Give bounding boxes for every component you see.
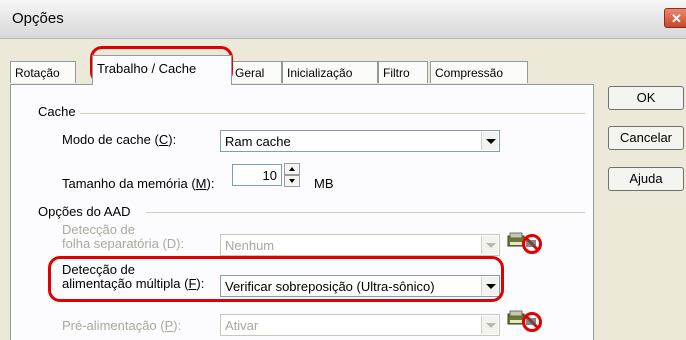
tab-geral[interactable]: Geral	[230, 61, 282, 83]
title-bar[interactable]: Opções ✕	[0, 0, 686, 39]
memory-size-value: 10	[262, 168, 277, 183]
cache-group-divider	[80, 113, 585, 114]
multifeed-detection-select[interactable]: Verificar sobreposição (Ultra-sônico)	[220, 275, 500, 297]
options-dialog: Opções ✕ Rotação Trabalho / Cache Geral …	[0, 0, 686, 340]
close-button[interactable]: ✕	[664, 8, 686, 28]
multifeed-detection-value: Verificar sobreposição (Ultra-sônico)	[225, 279, 435, 294]
prefeed-value: Ativar	[225, 318, 259, 333]
tab-trabalho-cache[interactable]: Trabalho / Cache	[92, 55, 232, 85]
close-icon: ✕	[671, 11, 682, 26]
tab-filtro[interactable]: Filtro	[378, 61, 428, 83]
aad-group-divider	[146, 212, 585, 213]
separator-sheet-label-line2: folha separatória (D):	[62, 236, 185, 251]
not-supported-icon	[506, 228, 542, 256]
cache-mode-value: Ram cache	[225, 134, 291, 149]
aad-group-label: Opções do AAD	[38, 204, 131, 219]
chevron-down-icon[interactable]	[481, 277, 498, 295]
prefeed-select: Ativar	[220, 314, 500, 336]
chevron-down-icon	[481, 236, 498, 254]
window-title: Opções	[12, 10, 64, 27]
memory-size-stepper[interactable]	[284, 163, 300, 187]
memory-size-input[interactable]: 10	[232, 164, 282, 186]
multifeed-label-line2: alimentação múltipla (F):	[62, 276, 205, 291]
chevron-down-icon[interactable]	[481, 132, 498, 150]
separator-sheet-label-line1: Detecção de	[62, 222, 135, 237]
cache-group-label: Cache	[38, 104, 76, 119]
prefeed-label: Pré-alimentação (P):	[62, 318, 182, 333]
separator-sheet-select: Nenhum	[220, 234, 500, 256]
memory-unit-label: MB	[314, 176, 334, 191]
ok-button[interactable]: OK	[608, 86, 684, 110]
memory-size-label: Tamanho da memória (M):	[62, 176, 215, 191]
help-button[interactable]: Ajuda	[608, 167, 684, 191]
tab-inicializacao[interactable]: Inicialização	[282, 61, 378, 83]
tab-compressao[interactable]: Compressão	[430, 61, 528, 83]
multifeed-label-line1: Detecção de	[62, 262, 135, 277]
spin-up-icon[interactable]	[284, 163, 300, 175]
not-supported-icon	[506, 306, 542, 334]
chevron-down-icon	[481, 316, 498, 334]
cancel-button[interactable]: Cancelar	[608, 126, 684, 150]
spin-down-icon[interactable]	[284, 175, 300, 187]
cache-mode-label: Modo de cache (C):	[62, 132, 177, 147]
cache-mode-select[interactable]: Ram cache	[220, 130, 500, 152]
separator-sheet-value: Nenhum	[225, 238, 275, 253]
tab-rotacao[interactable]: Rotação	[10, 61, 76, 83]
